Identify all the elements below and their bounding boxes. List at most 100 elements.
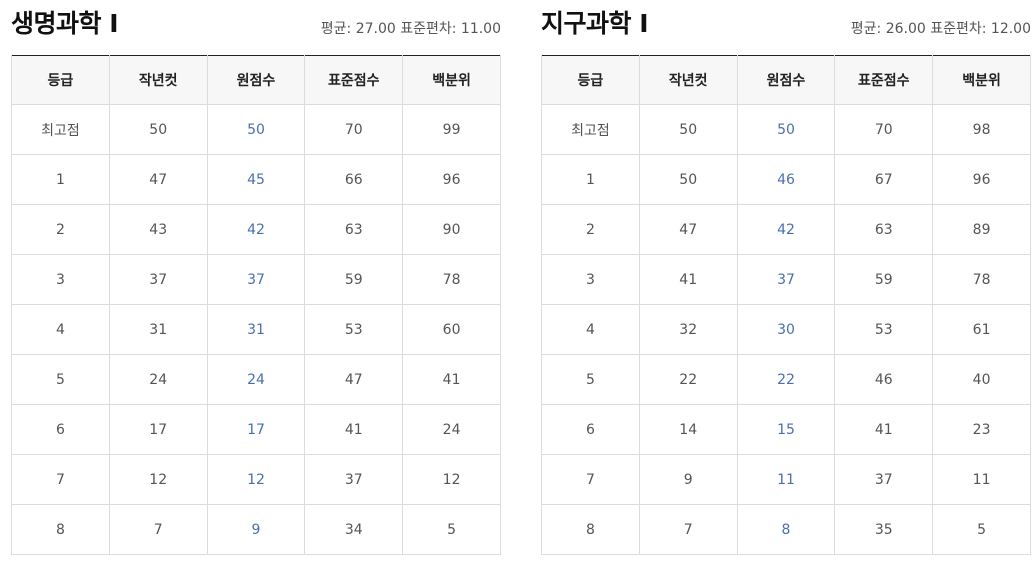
table-row: 5 22 22 46 40 <box>541 354 1031 405</box>
cell-standard-score: 34 <box>304 504 404 555</box>
cell-grade: 3 <box>11 254 110 305</box>
table-row: 1 47 45 66 96 <box>11 154 501 205</box>
column-header-percentile: 백분위 <box>402 55 501 105</box>
panel-stats: 평균: 27.00 표준편차: 11.00 <box>320 21 501 37</box>
table-row: 5 24 24 47 41 <box>11 354 501 405</box>
cell-last-year-cut: 22 <box>638 354 738 405</box>
cell-last-year-cut: 7 <box>638 504 738 555</box>
cell-standard-score: 66 <box>304 154 404 205</box>
cell-grade: 7 <box>11 454 110 505</box>
cell-grade: 6 <box>11 404 110 455</box>
grade-table: 등급 작년컷 원점수 표준점수 백분위 최고점 50 50 70 99 1 47 45 66 96… <box>11 55 501 555</box>
cell-last-year-cut: 7 <box>108 504 208 555</box>
cell-grade: 4 <box>11 304 110 355</box>
cell-percentile: 11 <box>932 454 1031 505</box>
cell-standard-score: 53 <box>834 304 934 355</box>
table-row: 3 37 37 59 78 <box>11 254 501 305</box>
cell-grade: 2 <box>541 204 640 255</box>
cell-raw-score: 11 <box>736 454 836 505</box>
cell-percentile: 90 <box>402 204 501 255</box>
cell-raw-score: 50 <box>206 104 306 155</box>
cell-standard-score: 46 <box>834 354 934 405</box>
cell-percentile: 60 <box>402 304 501 355</box>
column-header-grade: 등급 <box>11 55 110 105</box>
cell-percentile: 96 <box>932 154 1031 205</box>
cell-last-year-cut: 9 <box>638 454 738 505</box>
grade-table: 등급 작년컷 원점수 표준점수 백분위 최고점 50 50 70 98 1 50 46 67 96… <box>541 55 1031 555</box>
cell-last-year-cut: 17 <box>108 404 208 455</box>
column-header-percentile: 백분위 <box>932 55 1031 105</box>
cell-percentile: 12 <box>402 454 501 505</box>
table-row: 2 43 42 63 90 <box>11 204 501 255</box>
cell-standard-score: 70 <box>834 104 934 155</box>
cell-raw-score: 24 <box>206 354 306 405</box>
cell-raw-score: 12 <box>206 454 306 505</box>
cell-standard-score: 70 <box>304 104 404 155</box>
cell-grade: 2 <box>11 204 110 255</box>
column-header-standard-score: 표준점수 <box>304 55 404 105</box>
cell-raw-score: 45 <box>206 154 306 205</box>
table-row: 4 32 30 53 61 <box>541 304 1031 355</box>
cell-percentile: 98 <box>932 104 1031 155</box>
cell-grade: 8 <box>541 504 640 555</box>
cell-grade: 최고점 <box>541 104 640 155</box>
cell-grade: 8 <box>11 504 110 555</box>
cell-raw-score: 17 <box>206 404 306 455</box>
table-row: 8 7 9 34 5 <box>11 504 501 555</box>
column-header-raw-score: 원점수 <box>206 55 306 105</box>
cell-last-year-cut: 41 <box>638 254 738 305</box>
column-header-grade: 등급 <box>541 55 640 105</box>
cell-percentile: 61 <box>932 304 1031 355</box>
cell-standard-score: 41 <box>304 404 404 455</box>
cell-standard-score: 63 <box>304 204 404 255</box>
cell-standard-score: 47 <box>304 354 404 405</box>
cell-grade: 5 <box>11 354 110 405</box>
cell-last-year-cut: 12 <box>108 454 208 505</box>
cell-standard-score: 67 <box>834 154 934 205</box>
table-header-row: 등급 작년컷 원점수 표준점수 백분위 <box>541 55 1031 105</box>
panel-earth-science: 지구과학 Ⅰ 평균: 26.00 표준편차: 12.00 등급 작년컷 원점수 … <box>541 0 1031 555</box>
cell-raw-score: 9 <box>206 504 306 555</box>
cell-last-year-cut: 50 <box>108 104 208 155</box>
cell-standard-score: 59 <box>834 254 934 305</box>
table-row: 8 7 8 35 5 <box>541 504 1031 555</box>
cell-last-year-cut: 50 <box>638 104 738 155</box>
column-header-last-year-cut: 작년컷 <box>638 55 738 105</box>
cell-percentile: 23 <box>932 404 1031 455</box>
cell-grade: 1 <box>541 154 640 205</box>
cell-raw-score: 22 <box>736 354 836 405</box>
table-row: 3 41 37 59 78 <box>541 254 1031 305</box>
table-row: 2 47 42 63 89 <box>541 204 1031 255</box>
cell-raw-score: 31 <box>206 304 306 355</box>
cell-last-year-cut: 43 <box>108 204 208 255</box>
cell-percentile: 41 <box>402 354 501 405</box>
cell-percentile: 99 <box>402 104 501 155</box>
cell-grade: 6 <box>541 404 640 455</box>
table-row: 7 12 12 37 12 <box>11 454 501 505</box>
panel-title: 생명과학 Ⅰ <box>11 9 119 38</box>
panel-header: 지구과학 Ⅰ 평균: 26.00 표준편차: 12.00 <box>541 0 1031 55</box>
cell-percentile: 40 <box>932 354 1031 405</box>
cell-raw-score: 50 <box>736 104 836 155</box>
cell-last-year-cut: 24 <box>108 354 208 405</box>
panel-title: 지구과학 Ⅰ <box>541 9 649 38</box>
cell-last-year-cut: 31 <box>108 304 208 355</box>
cell-raw-score: 42 <box>736 204 836 255</box>
table-row: 7 9 11 37 11 <box>541 454 1031 505</box>
cell-last-year-cut: 47 <box>108 154 208 205</box>
cell-percentile: 78 <box>402 254 501 305</box>
cell-raw-score: 46 <box>736 154 836 205</box>
cell-grade: 5 <box>541 354 640 405</box>
cell-standard-score: 59 <box>304 254 404 305</box>
cell-standard-score: 63 <box>834 204 934 255</box>
cell-percentile: 5 <box>932 504 1031 555</box>
cell-last-year-cut: 47 <box>638 204 738 255</box>
cell-raw-score: 30 <box>736 304 836 355</box>
cell-standard-score: 37 <box>834 454 934 505</box>
table-row: 4 31 31 53 60 <box>11 304 501 355</box>
column-header-standard-score: 표준점수 <box>834 55 934 105</box>
panel-stats: 평균: 26.00 표준편차: 12.00 <box>850 21 1031 37</box>
cell-percentile: 24 <box>402 404 501 455</box>
cell-percentile: 89 <box>932 204 1031 255</box>
cell-raw-score: 42 <box>206 204 306 255</box>
